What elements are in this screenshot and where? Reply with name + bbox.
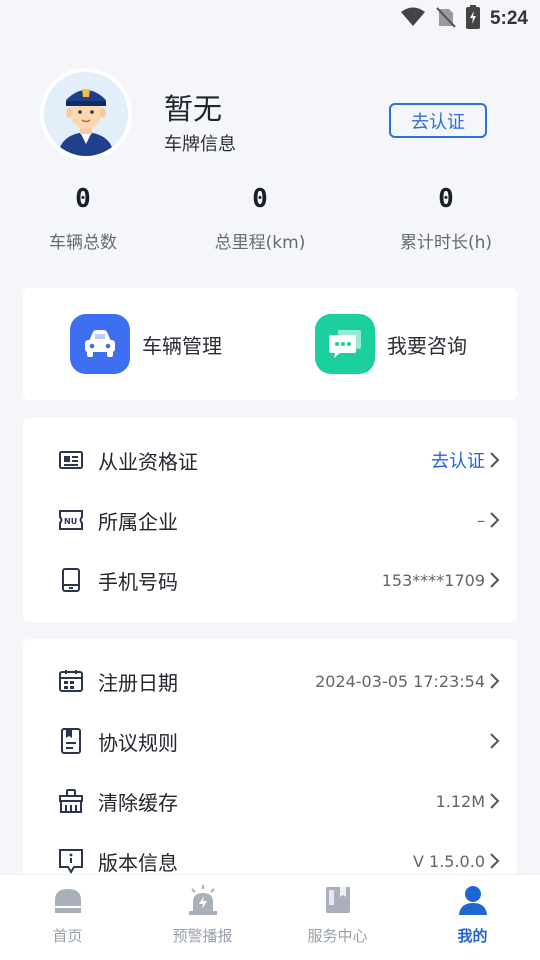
phone-icon xyxy=(58,567,84,593)
alarm-icon xyxy=(186,883,220,917)
consult-button[interactable]: 我要咨询 xyxy=(315,314,467,374)
chevron-right-icon xyxy=(487,450,501,470)
document-icon xyxy=(58,728,84,754)
id-card-icon xyxy=(58,447,84,473)
quick-actions-card: 车辆管理 我要咨询 xyxy=(23,288,517,400)
settings-list-card: 注册日期 2024-03-05 17:23:54 协议规则 清除缓存 1.12M… xyxy=(23,639,517,899)
status-time: 5:24 xyxy=(489,8,528,29)
svg-text:NU: NU xyxy=(64,517,77,526)
info-list-card: 从业资格证 去认证 NU 所属企业 – 手机号码 153****1709 xyxy=(23,418,517,622)
list-item-enterprise[interactable]: NU 所属企业 – xyxy=(23,490,517,550)
tab-alert-broadcast[interactable]: 预警播报 xyxy=(135,883,270,955)
list-item-clear-cache[interactable]: 清除缓存 1.12M xyxy=(23,771,517,831)
tab-home[interactable]: 首页 xyxy=(0,883,135,955)
wifi-icon xyxy=(400,7,426,31)
chevron-right-icon xyxy=(487,731,501,751)
no-signal-icon xyxy=(436,6,456,32)
calendar-icon xyxy=(58,668,84,694)
service-icon xyxy=(321,883,355,917)
profile-name: 暂无 xyxy=(164,92,223,126)
chat-icon xyxy=(315,314,375,374)
stat-total-duration: 0 累计时长(h) xyxy=(399,184,493,253)
vehicle-management-button[interactable]: 车辆管理 xyxy=(70,314,222,374)
enterprise-icon: NU xyxy=(58,507,84,533)
chevron-right-icon xyxy=(487,510,501,530)
home-icon xyxy=(51,883,85,917)
tab-service-center[interactable]: 服务中心 xyxy=(270,883,405,955)
stat-total-mileage: 0 总里程(km) xyxy=(214,184,306,253)
avatar[interactable] xyxy=(40,68,132,160)
list-item-agreement[interactable]: 协议规则 xyxy=(23,711,517,771)
info-icon xyxy=(58,848,84,874)
chevron-right-icon xyxy=(487,570,501,590)
certify-button[interactable]: 去认证 xyxy=(389,103,487,138)
battery-charging-icon xyxy=(465,5,480,33)
user-icon xyxy=(456,883,490,917)
car-icon xyxy=(70,314,130,374)
chevron-right-icon xyxy=(487,851,501,871)
stat-vehicle-count: 0 车辆总数 xyxy=(49,184,117,253)
list-item-qualification[interactable]: 从业资格证 去认证 xyxy=(23,430,517,490)
chevron-right-icon xyxy=(487,791,501,811)
status-bar: 5:24 xyxy=(0,0,540,38)
list-item-phone[interactable]: 手机号码 153****1709 xyxy=(23,550,517,610)
bottom-tab-bar: 首页 预警播报 服务中心 我的 xyxy=(0,874,540,960)
broom-icon xyxy=(58,788,84,814)
tab-mine[interactable]: 我的 xyxy=(405,883,540,955)
plate-info-label[interactable]: 车牌信息 xyxy=(164,130,236,156)
chevron-right-icon xyxy=(487,671,501,691)
list-item-register-date[interactable]: 注册日期 2024-03-05 17:23:54 xyxy=(23,651,517,711)
